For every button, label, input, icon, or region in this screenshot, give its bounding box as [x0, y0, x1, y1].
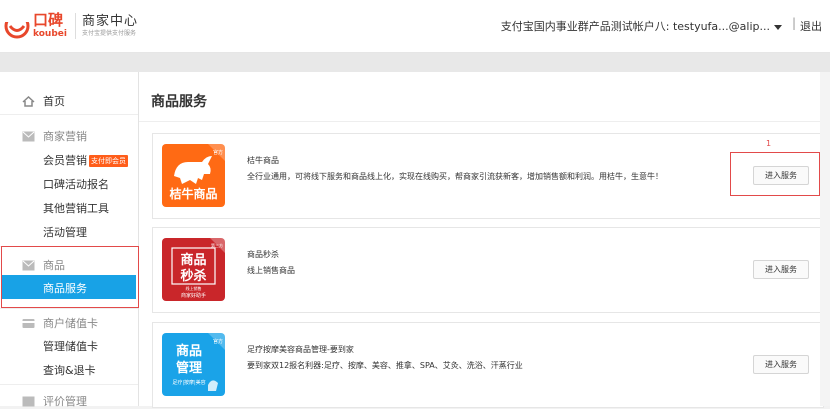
main-content: 商品服务 桔牛商品 官方 桔牛商品 全行业通用，可将线下服务和商品线上化，实现在… [139, 72, 830, 408]
sidebar-item-koubei-activity[interactable]: 口碑活动报名 [43, 176, 109, 192]
sidebar-item-member-marketing[interactable]: 会员营销 支付即会员 [43, 152, 128, 168]
goods-management-logo: 商品 管理 官方 足疗|按摩|美容 [162, 333, 225, 396]
envelope-icon [22, 131, 35, 141]
sidebar-group-label: 评价管理 [43, 395, 87, 408]
management-logo-foot: 足疗|按摩|美容 [172, 379, 205, 386]
sidebar: 首页 商家营销 会员营销 支付即会员 口碑活动报名 其他营销工具 活动管理 商品 … [0, 72, 139, 409]
highlight-box-sidebar [1, 246, 139, 308]
logo-english: koubei [33, 29, 67, 39]
card-icon [22, 318, 35, 328]
koubei-logo[interactable]: 口碑 koubei 商家中心 支付宝提供支付服务 [0, 8, 138, 44]
logo-chinese: 口碑 [33, 11, 64, 29]
sidebar-group-marketing[interactable]: 商家营销 [22, 128, 87, 144]
card-title: 桔牛商品 [247, 156, 279, 165]
page-title: 商品服务 [151, 94, 207, 110]
sidebar-group-reviews[interactable]: 评价管理 [22, 393, 87, 409]
card-description: 要到家双12报名利器:足疗、按摩、美容、推拿、SPA、艾灸、洗浴、汗蒸行业 [247, 361, 523, 370]
highlight-box-button [730, 152, 820, 196]
sidebar-divider [0, 308, 138, 309]
page-scrollbar[interactable] [820, 72, 830, 406]
sidebar-item-activity-management[interactable]: 活动管理 [43, 224, 87, 240]
juniu-goods-logo: 桔牛商品 官方 [162, 144, 225, 207]
sidebar-group-stored-value-card[interactable]: 商户储值卡 [22, 315, 98, 331]
merchant-center-subtitle: 支付宝提供支付服务 [81, 30, 136, 37]
koubei-logo-icon [4, 13, 30, 39]
sidebar-group-label: 商家营销 [43, 130, 87, 143]
card-title: 足疗按摩美容商品管理-要到家 [247, 345, 354, 354]
juniu-logo-text: 桔牛商品 [169, 186, 217, 201]
card-title: 商品秒杀 [247, 250, 279, 259]
management-logo-text-2: 管理 [176, 360, 202, 376]
goods-seckill-logo: 商品 秒杀 第三方 线上销售 商家好助手 [162, 238, 225, 301]
account-dropdown[interactable]: 支付宝国内事业群产品测试帐户八: testyufa...@alip... [501, 18, 782, 34]
service-card: 桔牛商品 官方 桔牛商品 全行业通用，可将线下服务和商品线上化，实现在线购买，帮… [152, 133, 824, 219]
sidebar-item-other-tools[interactable]: 其他营销工具 [43, 200, 109, 216]
top-header: 口碑 koubei 商家中心 支付宝提供支付服务 支付宝国内事业群产品测试帐户八… [0, 0, 830, 53]
new-feature-badge: 支付即会员 [89, 155, 128, 167]
card-description: 线上销售商品 [247, 266, 295, 275]
seckill-logo-foot: 商家好助手 [181, 292, 206, 299]
card-description: 全行业通用，可将线下服务和商品线上化，实现在线购买，帮商家引流获新客，增加销售额… [247, 172, 663, 181]
logout-link[interactable]: 退出 [800, 18, 830, 34]
review-icon [22, 396, 35, 406]
third-party-tag: 第三方 [211, 242, 223, 248]
sidebar-item-label: 首页 [43, 95, 65, 108]
seckill-logo-text-2: 秒杀 [180, 268, 206, 284]
bull-icon: 桔牛商品 官方 [169, 144, 225, 201]
seckill-icon: 商品 秒杀 第三方 线上销售 商家好助手 [171, 238, 225, 299]
sidebar-item-label: 会员营销 [43, 154, 87, 167]
account-name: 支付宝国内事业群产品测试帐户八: testyufa...@alip... [500, 20, 770, 33]
enter-service-button[interactable]: 进入服务 [753, 260, 809, 279]
logo-divider [74, 13, 76, 39]
sidebar-item-home[interactable]: 首页 [22, 93, 65, 109]
enter-service-button[interactable]: 进入服务 [753, 355, 809, 374]
service-card: 商品 管理 官方 足疗|按摩|美容 足疗按摩美容商品管理-要到家 要到家双12报… [152, 322, 824, 408]
official-tag: 官方 [213, 149, 223, 156]
caret-down-icon [774, 24, 782, 30]
home-icon [22, 95, 35, 107]
sidebar-divider [0, 384, 138, 385]
sidebar-item-manage-card[interactable]: 管理储值卡 [43, 338, 98, 354]
header-separator: | [791, 16, 796, 30]
official-tag: 官方 [213, 338, 223, 345]
seckill-logo-sub: 线上销售 [186, 285, 202, 291]
service-card: 商品 秒杀 第三方 线上销售 商家好助手 商品秒杀 线上销售商品 进入服务 [152, 227, 824, 313]
header-strip [0, 53, 830, 72]
sidebar-divider [0, 114, 138, 115]
merchant-center-title: 商家中心 [81, 14, 138, 29]
management-logo-text-1: 商品 [176, 343, 202, 359]
sidebar-item-query-refund[interactable]: 查询&退卡 [43, 362, 96, 378]
sidebar-group-label: 商户储值卡 [43, 317, 98, 330]
annotation-number: 1 [766, 139, 772, 148]
management-icon: 商品 管理 官方 足疗|按摩|美容 [172, 333, 225, 391]
title-divider [139, 121, 830, 122]
seckill-logo-text-1: 商品 [180, 252, 206, 268]
